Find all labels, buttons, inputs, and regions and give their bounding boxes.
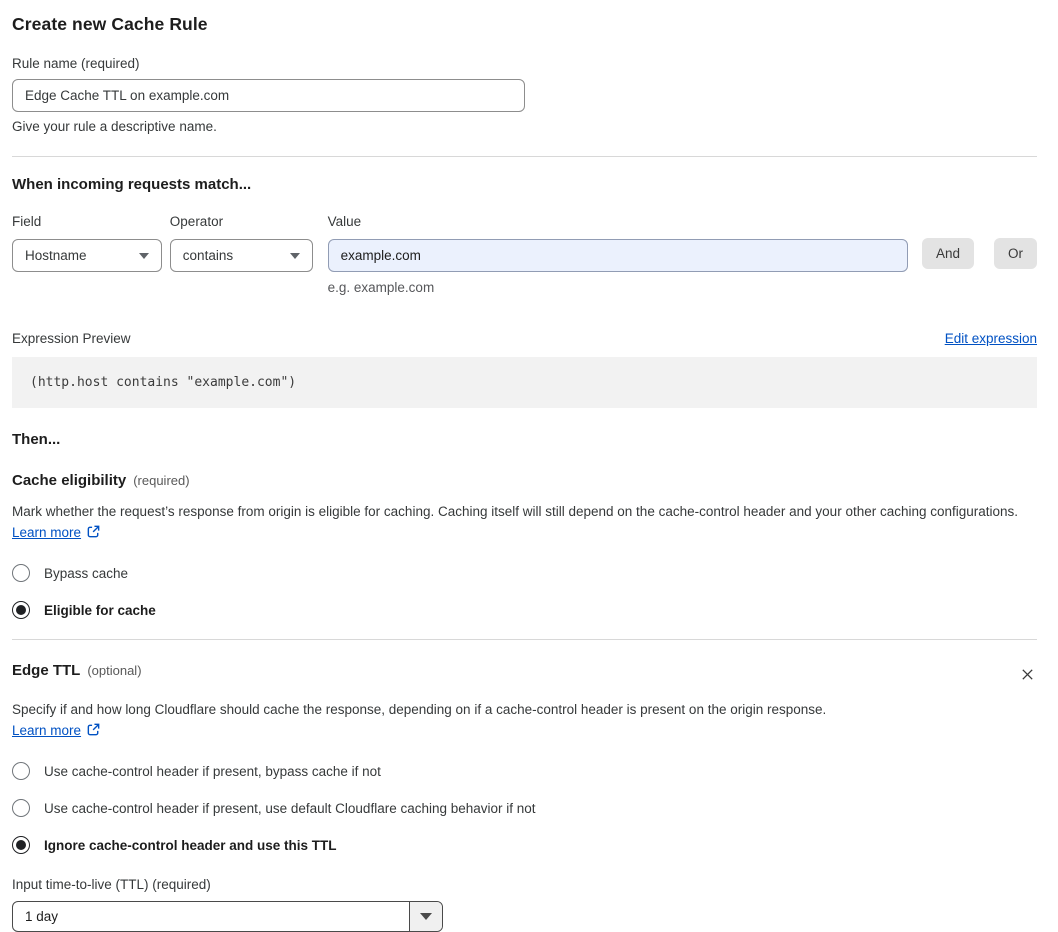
radio-option-label: Bypass cache [44, 565, 129, 581]
edge-ttl-description: Specify if and how long Cloudflare shoul… [12, 699, 852, 743]
value-input[interactable] [327, 239, 908, 272]
create-cache-rule-form: Create new Cache Rule Rule name (require… [0, 0, 1058, 932]
operator-column: Operator contains [169, 214, 313, 272]
field-column: Field Hostname [12, 214, 162, 272]
match-condition-row: Field Hostname Operator contains Value e… [12, 214, 1037, 295]
radio-option-label: Ignore cache-control header and use this… [44, 837, 337, 853]
radio-icon[interactable] [12, 799, 30, 817]
edge-ttl-description-text: Specify if and how long Cloudflare shoul… [12, 702, 827, 717]
expression-preview-label: Expression Preview [12, 331, 131, 346]
or-button[interactable]: Or [994, 238, 1037, 269]
edge-ttl-header: Edge TTL (optional) [12, 662, 1037, 687]
rule-name-help: Give your rule a descriptive name. [12, 119, 217, 134]
connector-buttons: And Or [908, 214, 1037, 269]
operator-label: Operator [169, 214, 224, 229]
cache-eligibility-qualifier: (required) [133, 473, 190, 488]
value-label: Value [327, 214, 362, 229]
rule-name-label: Rule name (required) [12, 56, 140, 71]
edge-ttl-title-group: Edge TTL (optional) [12, 662, 142, 679]
expression-code: (http.host contains "example.com") [30, 375, 297, 390]
field-select-value: Hostname [25, 248, 87, 263]
chevron-down-icon [289, 252, 300, 259]
value-column: Value e.g. example.com [327, 214, 908, 295]
match-section-heading: When incoming requests match... [12, 176, 252, 193]
field-select[interactable]: Hostname [12, 239, 162, 272]
radio-option-label: Eligible for cache [44, 602, 156, 618]
chevron-down-icon [420, 913, 432, 920]
rule-name-input[interactable] [12, 79, 525, 112]
radio-option-bypass-cache[interactable]: Bypass cache [12, 564, 1037, 582]
cache-eligibility-heading: Cache eligibility [12, 472, 127, 489]
edit-expression-link[interactable]: Edit expression [945, 331, 1037, 346]
chevron-down-icon [138, 252, 149, 259]
learn-more-link[interactable]: Learn more [12, 525, 81, 540]
cache-eligibility-header: Cache eligibility (required) [12, 472, 1037, 489]
field-label: Field [12, 214, 42, 229]
close-icon[interactable] [1018, 665, 1037, 687]
expression-preview-header: Expression Preview Edit expression [12, 331, 1037, 346]
radio-option-label: Use cache-control header if present, use… [44, 800, 536, 816]
value-help: e.g. example.com [327, 280, 435, 295]
learn-more-link[interactable]: Learn more [12, 723, 81, 738]
divider [12, 156, 1037, 157]
rule-name-section: Rule name (required) [12, 56, 525, 112]
edge-ttl-heading: Edge TTL [12, 662, 81, 679]
and-button[interactable]: And [921, 238, 974, 269]
cache-eligibility-description-text: Mark whether the request’s response from… [12, 504, 1019, 519]
radio-option-use-header-bypass[interactable]: Use cache-control header if present, byp… [12, 762, 1037, 780]
radio-option-use-header-default[interactable]: Use cache-control header if present, use… [12, 799, 1037, 817]
cache-eligibility-description: Mark whether the request’s response from… [12, 501, 1037, 545]
radio-option-ignore-header-use-ttl[interactable]: Ignore cache-control header and use this… [12, 836, 1037, 854]
radio-icon[interactable] [12, 762, 30, 780]
ttl-select-value: 1 day [25, 909, 59, 924]
ttl-select-arrow-button[interactable] [409, 902, 442, 931]
page-title: Create new Cache Rule [12, 14, 208, 34]
then-heading: Then... [12, 431, 61, 448]
ttl-input-label: Input time-to-live (TTL) (required) [12, 877, 211, 892]
external-link-icon [86, 722, 101, 743]
expression-code-block: (http.host contains "example.com") [12, 357, 1037, 408]
radio-icon[interactable] [12, 564, 30, 582]
radio-option-eligible-for-cache[interactable]: Eligible for cache [12, 601, 1037, 619]
external-link-icon [86, 524, 101, 545]
operator-select[interactable]: contains [169, 239, 313, 272]
edge-ttl-qualifier: (optional) [87, 663, 142, 678]
radio-icon[interactable] [12, 601, 30, 619]
radio-icon[interactable] [12, 836, 30, 854]
radio-option-label: Use cache-control header if present, byp… [44, 763, 381, 779]
operator-select-value: contains [182, 248, 234, 263]
divider [12, 639, 1037, 640]
